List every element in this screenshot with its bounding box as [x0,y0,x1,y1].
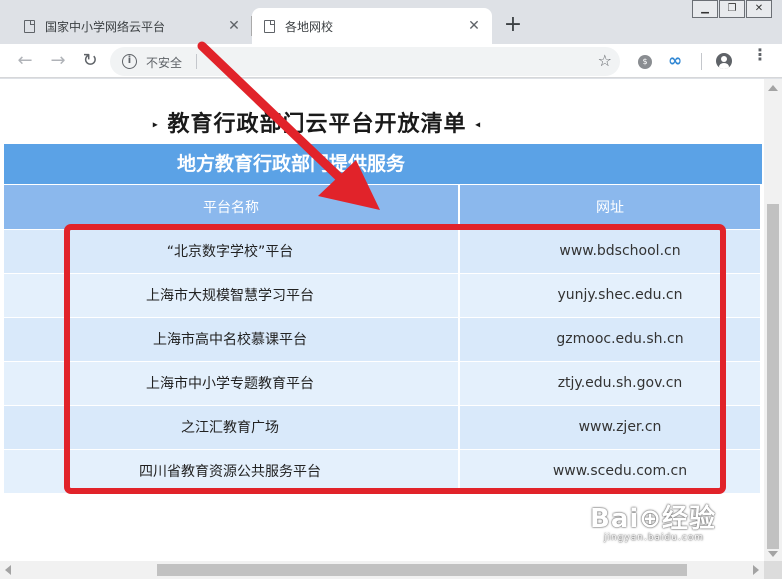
toolbar-divider [701,53,702,70]
tab-strip: 国家中小学网络云平台 ✕ 各地网校 ✕ + ▁ ❐ ✕ [0,0,782,44]
scroll-down-icon[interactable] [768,551,778,557]
maximize-button[interactable]: ❐ [719,0,745,18]
tab-local-schools[interactable]: 各地网校 ✕ [252,8,492,44]
close-window-button[interactable]: ✕ [746,0,772,18]
horizontal-scroll-thumb[interactable] [157,564,687,576]
window-controls: ▁ ❐ ✕ [691,0,772,18]
close-tab-icon[interactable]: ✕ [466,18,482,34]
minimize-button[interactable]: ▁ [692,0,718,18]
new-tab-button[interactable]: + [501,14,525,38]
omnibox-divider [196,54,197,69]
page-title: ▸ 教育行政部门云平台开放清单 ◂ [0,106,634,138]
page-icon [24,19,35,33]
title-right-arrow-icon: ◂ [475,119,482,131]
watermark: Bai⊕经验 jingyan.baidu.com [590,498,716,543]
scroll-left-icon[interactable] [5,565,11,575]
section-header: 地方教育行政部门提供服务 [4,144,762,184]
page-icon [264,19,275,33]
column-header-name: 平台名称 [4,185,460,229]
security-label[interactable]: 不安全 [146,54,182,71]
extension-infinity-icon[interactable]: ∞ [668,51,682,71]
title-left-arrow-icon: ▸ [152,119,159,131]
close-tab-icon[interactable]: ✕ [226,18,242,34]
vertical-scrollbar[interactable] [764,79,782,561]
scroll-up-icon[interactable] [768,85,778,91]
list-title-text: 教育行政部门云平台开放清单 [167,112,467,137]
table-header-row: 平台名称 网址 [4,185,762,229]
watermark-url: jingyan.baidu.com [604,533,705,543]
forward-button[interactable]: → [45,48,71,74]
highlight-box [64,224,726,494]
browser-menu-icon[interactable]: ⋮ [752,47,768,63]
vertical-scroll-thumb[interactable] [767,204,779,549]
bookmark-star-icon[interactable]: ☆ [598,51,612,70]
profile-avatar-icon[interactable] [716,53,732,69]
tab-title: 国家中小学网络云平台 [45,19,166,34]
scroll-right-icon[interactable] [753,565,759,575]
extension-coin-icon[interactable]: $ [638,55,652,69]
back-button[interactable]: ← [12,48,38,74]
column-header-url: 网址 [459,185,762,229]
tab-title: 各地网校 [285,19,334,34]
reload-button[interactable]: ↻ [77,48,103,74]
scrollbar-corner [764,561,782,579]
browser-toolbar: ← → ↻ i 不安全 ☆ $ ∞ ⋮ [0,44,782,78]
watermark-logo: Bai⊕经验 [590,504,717,534]
horizontal-scrollbar[interactable] [0,561,764,579]
info-icon[interactable]: i [122,54,137,69]
address-bar[interactable]: i 不安全 ☆ [110,47,620,76]
tab-national-cloud[interactable]: 国家中小学网络云平台 ✕ [0,8,252,44]
